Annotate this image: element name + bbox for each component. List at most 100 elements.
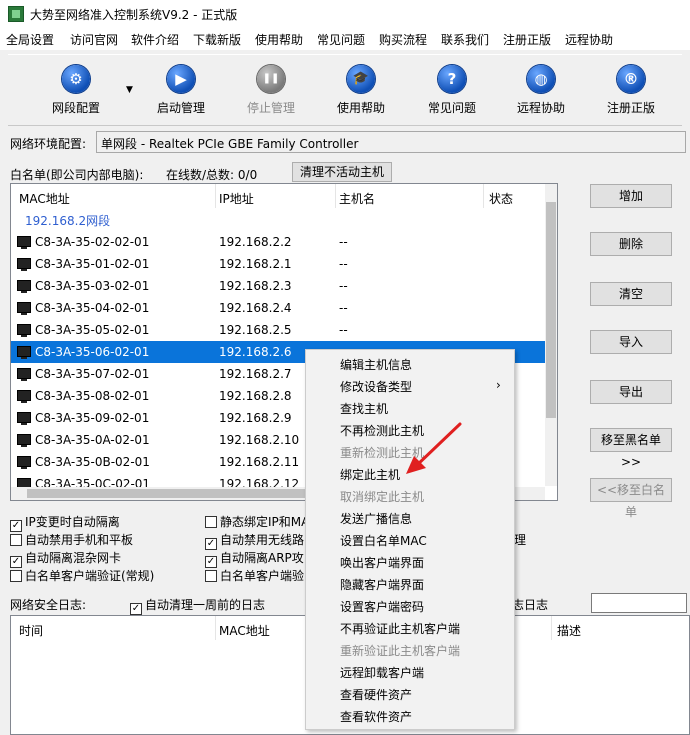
remote-assist-button[interactable]: ◍ 远程协助 <box>496 61 586 123</box>
stop-management-button[interactable]: ❚❚ 停止管理 <box>226 61 316 123</box>
start-management-button[interactable]: ▶ 启动管理 <box>136 61 226 123</box>
window-title: 大势至网络准入控制系统V9.2 - 正式版 <box>30 8 238 22</box>
computer-icon <box>17 390 31 403</box>
option-whitelist-client-verify-2[interactable]: 白名单客户端验 <box>205 567 304 584</box>
computer-icon <box>17 258 31 271</box>
ctx-edit-host[interactable]: 编辑主机信息 <box>340 356 412 373</box>
faq-button[interactable]: ? 常见问题 <box>407 61 497 123</box>
move-to-whitelist-button[interactable]: <<移至白名单 <box>590 478 672 519</box>
column-divider[interactable] <box>215 616 216 640</box>
clear-button[interactable]: 清空 <box>590 282 672 306</box>
checkbox[interactable]: ✓ <box>130 603 142 615</box>
computer-icon <box>17 456 31 469</box>
computer-icon <box>17 368 31 381</box>
clear-inactive-button[interactable]: 清理不活动主机 <box>292 162 392 182</box>
ctx-remote-uninstall[interactable]: 远程卸载客户端 <box>340 664 424 681</box>
log-col-time[interactable]: 时间 <box>19 622 43 639</box>
gear-icon: ⚙ <box>62 65 90 93</box>
env-label: 网络环境配置: <box>10 137 87 151</box>
chevron-right-icon: › <box>496 378 501 392</box>
log-col-desc[interactable]: 描述 <box>557 622 581 639</box>
computer-icon <box>17 280 31 293</box>
table-row[interactable]: C8-3A-35-04-02-01 192.168.2.4 -- <box>11 297 545 319</box>
toolbar: ⚙ 网段配置 ▼ ▶ 启动管理 ❚❚ 停止管理 🎓 使用帮助 ? 常见问题 ◍ … <box>8 54 682 126</box>
add-button[interactable]: 增加 <box>590 184 672 208</box>
checkbox[interactable] <box>10 534 22 546</box>
option-whitelist-client-verify[interactable]: 白名单客户端验证(常规) <box>10 567 154 584</box>
ctx-view-hardware[interactable]: 查看硬件资产 <box>340 686 412 703</box>
ctx-set-client-password[interactable]: 设置客户端密码 <box>340 598 424 615</box>
auto-clean-log-option[interactable]: ✓ 自动清理一周前的日志 <box>130 596 265 615</box>
table-row[interactable]: C8-3A-35-05-02-01 192.168.2.5 -- <box>11 319 545 341</box>
help-button[interactable]: 🎓 使用帮助 <box>316 61 406 123</box>
menu-official-site[interactable]: 访问官网 <box>70 31 118 48</box>
ctx-broadcast[interactable]: 发送广播信息 <box>340 510 412 527</box>
menu-contact[interactable]: 联系我们 <box>441 31 489 48</box>
import-button[interactable]: 导入 <box>590 330 672 354</box>
menu-register[interactable]: 注册正版 <box>503 31 551 48</box>
option-static-bind[interactable]: 静态绑定IP和MA <box>205 513 309 530</box>
ctx-reverify-client[interactable]: 重新验证此主机客户端 <box>340 642 460 659</box>
scrollbar-thumb[interactable] <box>546 202 556 418</box>
registered-icon: ® <box>617 65 645 93</box>
checkbox[interactable] <box>205 570 217 582</box>
ctx-change-device-type[interactable]: 修改设备类型 <box>340 378 412 395</box>
ctx-set-whitelist-mac[interactable]: 设置白名单MAC <box>340 532 427 549</box>
menu-software-intro[interactable]: 软件介绍 <box>131 31 179 48</box>
menu-purchase[interactable]: 购买流程 <box>379 31 427 48</box>
option-ip-change-isolate[interactable]: ✓ IP变更时自动隔离 <box>10 513 120 532</box>
delete-button[interactable]: 删除 <box>590 232 672 256</box>
export-button[interactable]: 导出 <box>590 380 672 404</box>
table-row[interactable]: C8-3A-35-02-02-01 192.168.2.2 -- <box>11 231 545 253</box>
menu-global-settings[interactable]: 全局设置 <box>6 31 54 48</box>
col-ip[interactable]: IP地址 <box>219 190 254 207</box>
computer-icon <box>17 412 31 425</box>
ctx-bind-host[interactable]: 绑定此主机 <box>340 466 400 483</box>
ctx-find-host[interactable]: 查找主机 <box>340 400 388 417</box>
title-bar: 大势至网络准入控制系统V9.2 - 正式版 <box>0 0 690 28</box>
chevron-down-icon[interactable]: ▼ <box>126 85 136 95</box>
register-button[interactable]: ® 注册正版 <box>586 61 676 123</box>
option-isolate-arp[interactable]: ✓ 自动隔离ARP攻 <box>205 549 304 568</box>
table-row[interactable]: C8-3A-35-01-02-01 192.168.2.1 -- <box>11 253 545 275</box>
checkbox[interactable] <box>10 570 22 582</box>
ctx-view-software[interactable]: 查看软件资产 <box>340 708 412 725</box>
column-divider[interactable] <box>483 184 484 208</box>
log-search-input[interactable] <box>591 593 687 613</box>
computer-icon <box>17 324 31 337</box>
segment-config-button[interactable]: ⚙ 网段配置 <box>31 61 121 123</box>
col-hostname[interactable]: 主机名 <box>339 190 375 207</box>
ctx-unbind-host[interactable]: 取消绑定此主机 <box>340 488 424 505</box>
ctx-stop-verify-client[interactable]: 不再验证此主机客户端 <box>340 620 460 637</box>
log-col-mac[interactable]: MAC地址 <box>219 622 270 639</box>
menu-help[interactable]: 使用帮助 <box>255 31 303 48</box>
computer-icon <box>17 346 31 359</box>
checkbox[interactable] <box>205 516 217 528</box>
menu-download[interactable]: 下载新版 <box>193 31 241 48</box>
ctx-hide-client[interactable]: 隐藏客户端界面 <box>340 576 424 593</box>
table-row[interactable]: C8-3A-35-03-02-01 192.168.2.3 -- <box>11 275 545 297</box>
option-partial-label: 理 <box>514 533 527 547</box>
option-isolate-promiscuous[interactable]: ✓ 自动隔离混杂网卡 <box>10 549 121 568</box>
log-label: 网络安全日志: <box>10 598 87 612</box>
move-to-blacklist-button[interactable]: 移至黑名单>> <box>590 428 672 469</box>
computer-icon <box>17 434 31 447</box>
column-divider[interactable] <box>215 184 216 208</box>
computer-icon <box>17 302 31 315</box>
col-status[interactable]: 状态 <box>489 190 513 207</box>
vertical-scrollbar[interactable] <box>545 184 557 486</box>
menu-remote[interactable]: 远程协助 <box>565 31 613 48</box>
annotation-arrow-icon <box>406 422 462 474</box>
option-disable-mobile[interactable]: 自动禁用手机和平板 <box>10 531 133 548</box>
option-disable-wireless[interactable]: ✓ 自动禁用无线路 <box>205 531 304 550</box>
column-divider[interactable] <box>551 616 552 640</box>
online-count: 在线数/总数: 0/0 <box>166 168 258 182</box>
ctx-show-client[interactable]: 唤出客户端界面 <box>340 554 424 571</box>
column-divider[interactable] <box>335 184 336 208</box>
menu-faq[interactable]: 常见问题 <box>317 31 365 48</box>
menu-bar: 全局设置 访问官网 软件介绍 下载新版 使用帮助 常见问题 购买流程 联系我们 … <box>0 28 690 50</box>
env-select[interactable]: 单网段 - Realtek PCIe GBE Family Controller <box>96 131 686 153</box>
log-partial-label: 志日志 <box>512 598 549 612</box>
group-header[interactable]: 192.168.2网段 <box>25 212 110 229</box>
col-mac[interactable]: MAC地址 <box>19 190 70 207</box>
